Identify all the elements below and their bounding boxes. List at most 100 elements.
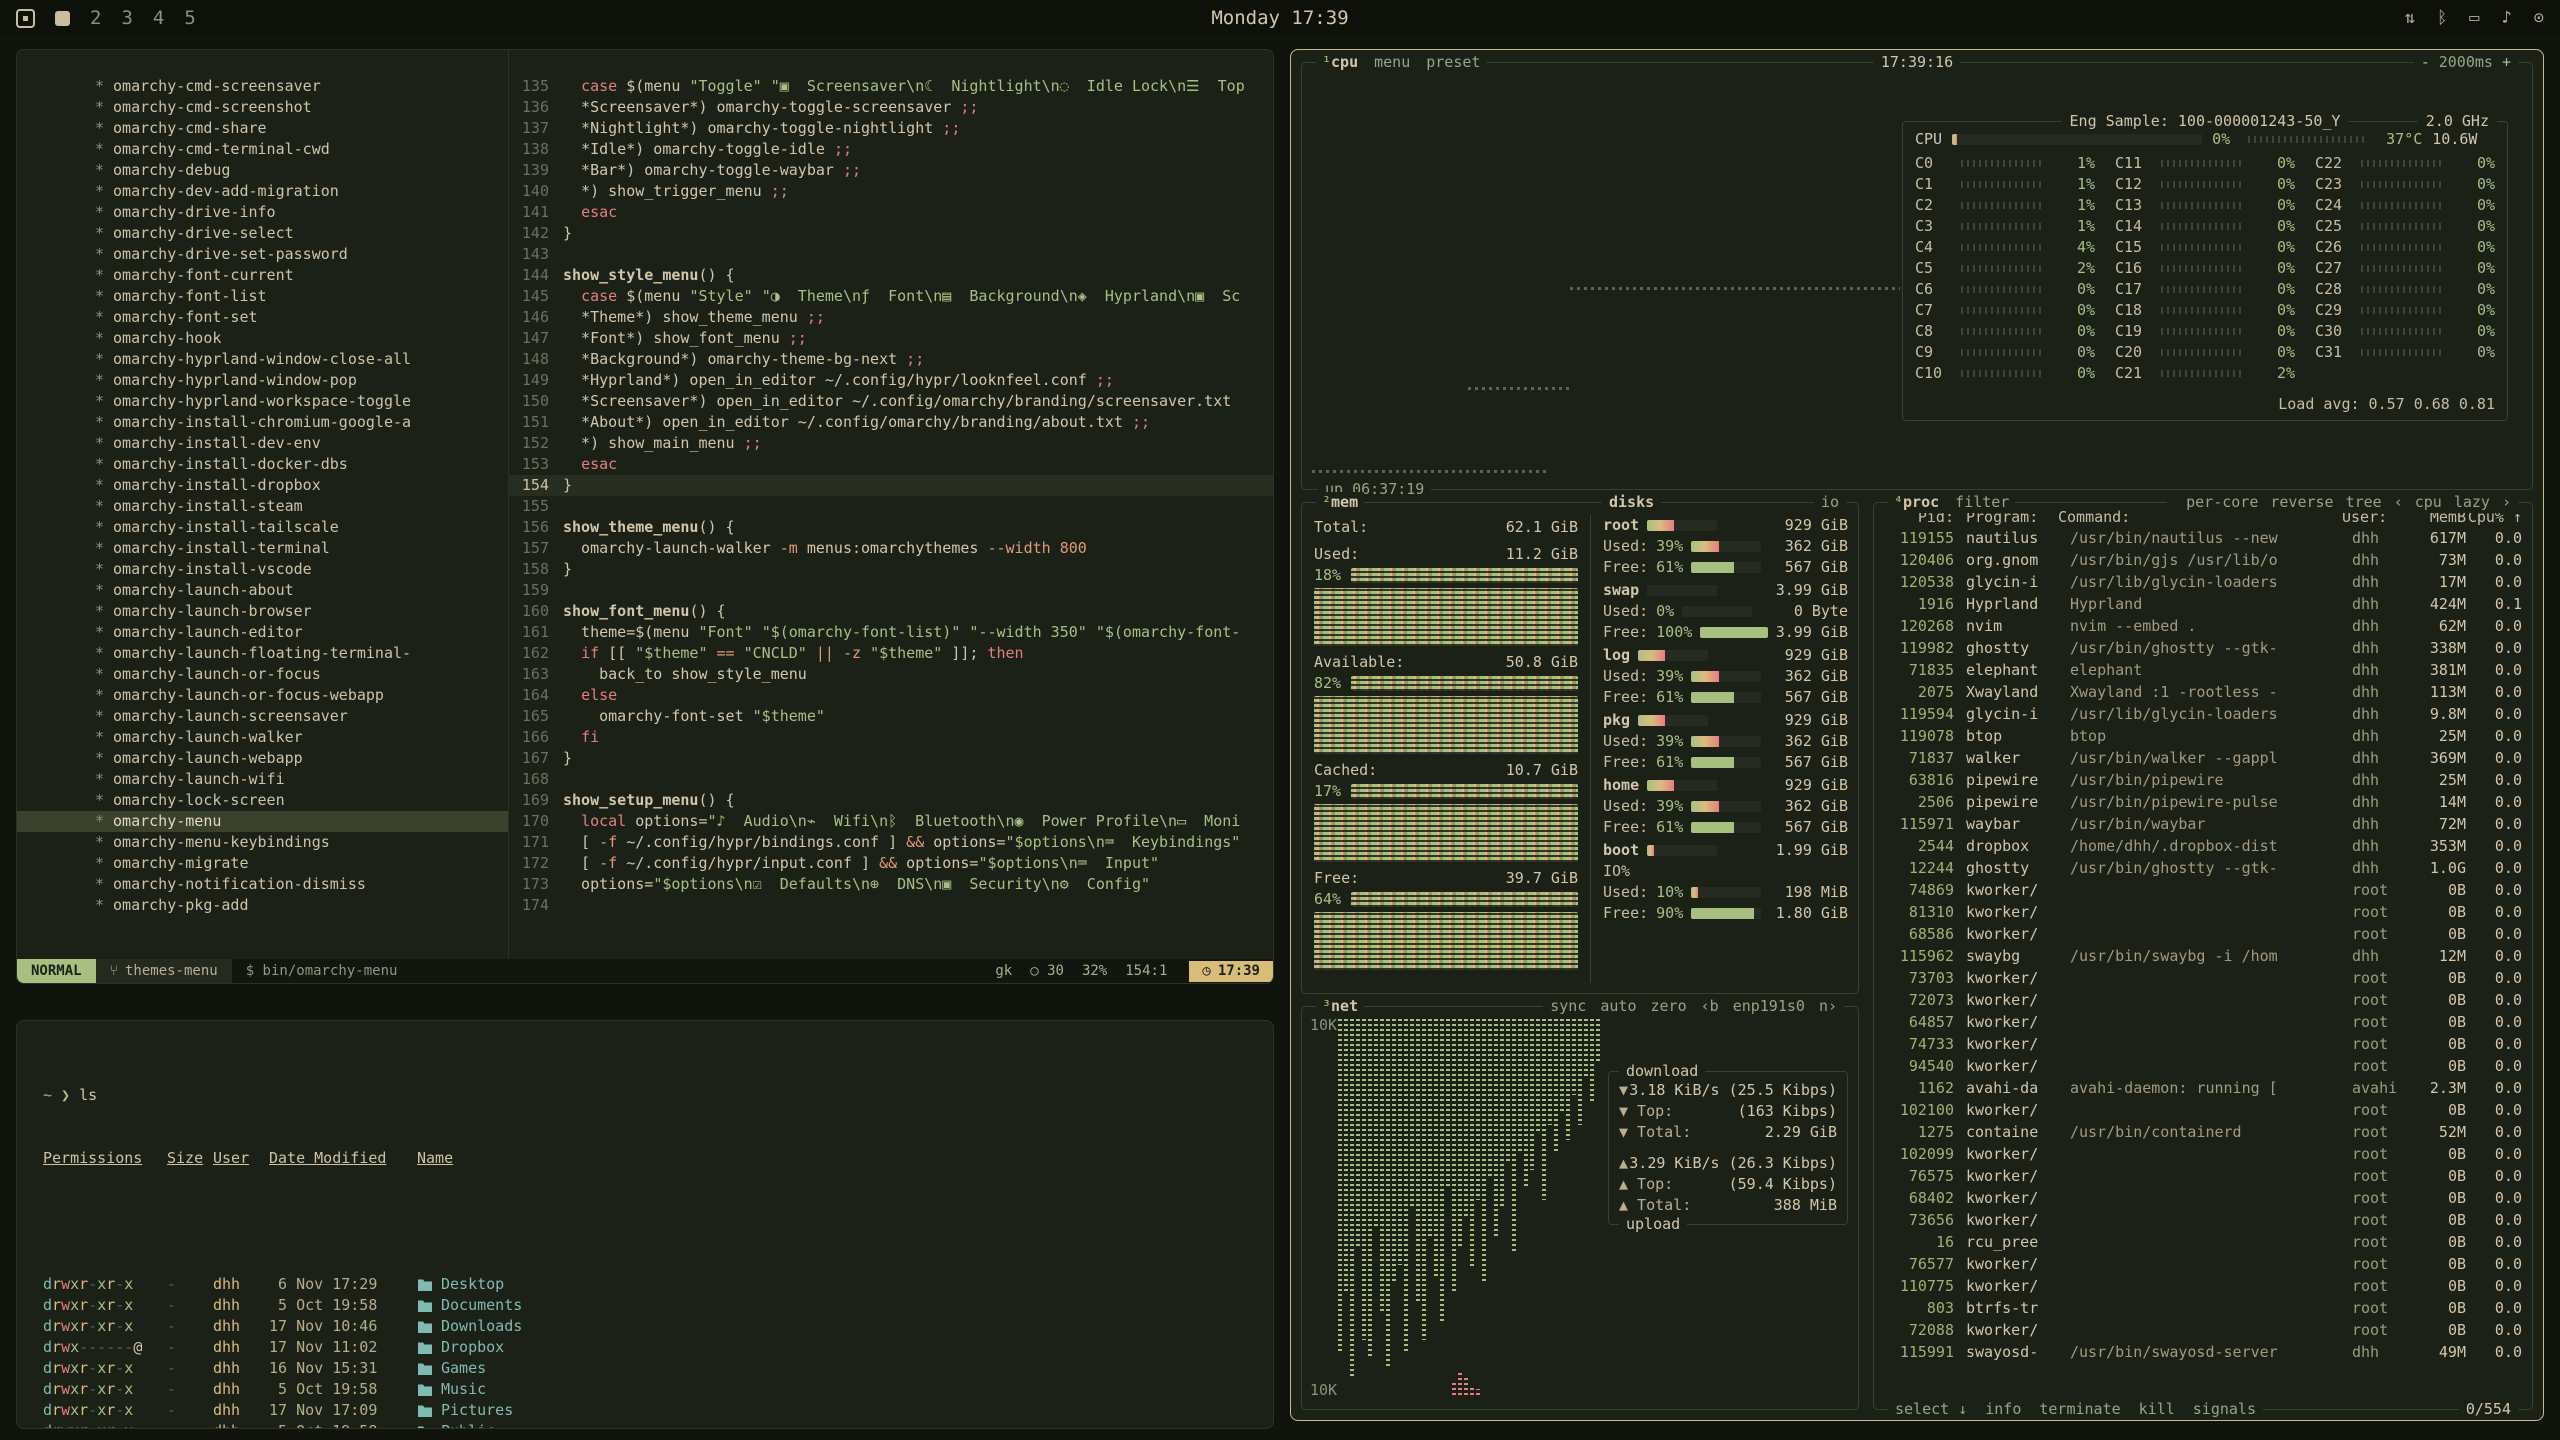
process-row[interactable]: 72073 kworker/ root 0B 0.0 xyxy=(1874,989,2532,1011)
file-item[interactable]: *omarchy-hyprland-window-close-all xyxy=(17,349,508,370)
process-row[interactable]: 81310 kworker/ root 0B 0.0 xyxy=(1874,901,2532,923)
process-row[interactable]: 74869 kworker/ root 0B 0.0 xyxy=(1874,879,2532,901)
process-row[interactable]: 119155 nautilus /usr/bin/nautilus --new … xyxy=(1874,527,2532,549)
file-item[interactable]: *omarchy-install-vscode xyxy=(17,559,508,580)
file-item[interactable]: *omarchy-launch-webapp xyxy=(17,748,508,769)
proc-option-button[interactable]: lazy xyxy=(2454,493,2490,511)
process-row[interactable]: 120538 glycin-i /usr/lib/glycin-loaders … xyxy=(1874,571,2532,593)
file-item[interactable]: *omarchy-cmd-screenshot xyxy=(17,97,508,118)
process-row[interactable]: 68402 kworker/ root 0B 0.0 xyxy=(1874,1187,2532,1209)
file-item[interactable]: *omarchy-debug xyxy=(17,160,508,181)
proc-footer-button[interactable]: terminate xyxy=(2039,1399,2120,1420)
process-row[interactable]: 94540 kworker/ root 0B 0.0 xyxy=(1874,1055,2532,1077)
network-icon[interactable]: ⇅ xyxy=(2405,8,2415,29)
process-row[interactable]: 12244 ghostty /usr/bin/ghostty --gtk- dh… xyxy=(1874,857,2532,879)
workspace-number[interactable]: 2 xyxy=(90,7,101,29)
file-item[interactable]: *omarchy-launch-or-focus xyxy=(17,664,508,685)
filter-button[interactable]: filter xyxy=(1955,492,2009,513)
interval-increase-button[interactable]: + xyxy=(2502,53,2511,71)
process-row[interactable]: 803 btrfs-tr root 0B 0.0 xyxy=(1874,1297,2532,1319)
file-item[interactable]: *omarchy-launch-floating-terminal- xyxy=(17,643,508,664)
process-row[interactable]: 76575 kworker/ root 0B 0.0 xyxy=(1874,1165,2532,1187)
process-row[interactable]: 2506 pipewire /usr/bin/pipewire-pulse dh… xyxy=(1874,791,2532,813)
file-item[interactable]: *omarchy-hook xyxy=(17,328,508,349)
process-row[interactable]: 71837 walker /usr/bin/walker --gappl dhh… xyxy=(1874,747,2532,769)
file-item[interactable]: *omarchy-launch-walker xyxy=(17,727,508,748)
code-editor[interactable]: 135 case $(menu "Toggle" "▣ Screensaver\… xyxy=(509,50,1273,959)
iface-next-button[interactable]: n› xyxy=(1819,996,1837,1017)
process-row[interactable]: 115991 swayosd- /usr/bin/swayosd-server … xyxy=(1874,1341,2532,1363)
file-item[interactable]: *omarchy-install-dev-env xyxy=(17,433,508,454)
volume-icon[interactable]: ♪ xyxy=(2502,8,2512,29)
process-row[interactable]: 73656 kworker/ root 0B 0.0 xyxy=(1874,1209,2532,1231)
display-icon[interactable]: ▭ xyxy=(2469,8,2479,29)
sync-button[interactable]: sync xyxy=(1550,996,1586,1017)
zero-button[interactable]: zero xyxy=(1651,996,1687,1017)
proc-footer-button[interactable]: info xyxy=(1985,1399,2021,1420)
power-icon[interactable]: ⊙ xyxy=(2534,8,2544,29)
process-row[interactable]: 119982 ghostty /usr/bin/ghostty --gtk- d… xyxy=(1874,637,2532,659)
process-row[interactable]: 72088 kworker/ root 0B 0.0 xyxy=(1874,1319,2532,1341)
process-row[interactable]: 102100 kworker/ root 0B 0.0 xyxy=(1874,1099,2532,1121)
proc-option-button[interactable]: › xyxy=(2502,493,2511,511)
process-row[interactable]: 102099 kworker/ root 0B 0.0 xyxy=(1874,1143,2532,1165)
bluetooth-icon[interactable]: ᛒ xyxy=(2437,8,2447,29)
file-item[interactable]: *omarchy-launch-about xyxy=(17,580,508,601)
process-row[interactable]: 68586 kworker/ root 0B 0.0 xyxy=(1874,923,2532,945)
file-item[interactable]: *omarchy-install-chromium-google-a xyxy=(17,412,508,433)
file-item[interactable]: *omarchy-install-dropbox xyxy=(17,475,508,496)
btop-window[interactable]: ¹cpu menu preset 17:39:16 - 2000ms + Eng… xyxy=(1290,49,2544,1421)
file-item[interactable]: *omarchy-hyprland-workspace-toggle xyxy=(17,391,508,412)
file-item[interactable]: *omarchy-launch-wifi xyxy=(17,769,508,790)
file-item[interactable]: *omarchy-launch-screensaver xyxy=(17,706,508,727)
file-item[interactable]: *omarchy-drive-set-password xyxy=(17,244,508,265)
file-item[interactable]: *omarchy-launch-or-focus-webapp xyxy=(17,685,508,706)
iface-prev-button[interactable]: ‹b xyxy=(1701,996,1719,1017)
process-row[interactable]: 2075 Xwayland Xwayland :1 -rootless - dh… xyxy=(1874,681,2532,703)
proc-option-button[interactable]: per-core xyxy=(2186,493,2258,511)
process-row[interactable]: 120406 org.gnom /usr/bin/gjs /usr/lib/o … xyxy=(1874,549,2532,571)
file-item[interactable]: *omarchy-pkg-add xyxy=(17,895,508,916)
file-item[interactable]: *omarchy-install-terminal xyxy=(17,538,508,559)
file-item[interactable]: *omarchy-drive-select xyxy=(17,223,508,244)
process-row[interactable]: 2544 dropbox /home/dhh/.dropbox-dist dhh… xyxy=(1874,835,2532,857)
file-item[interactable]: *omarchy-hyprland-window-pop xyxy=(17,370,508,391)
file-item[interactable]: *omarchy-install-docker-dbs xyxy=(17,454,508,475)
proc-footer-button[interactable]: select ↓ xyxy=(1895,1399,1967,1420)
io-toggle-button[interactable]: io xyxy=(1814,492,1846,513)
process-row[interactable]: 115962 swaybg /usr/bin/swaybg -i /hom dh… xyxy=(1874,945,2532,967)
process-row[interactable]: 74733 kworker/ root 0B 0.0 xyxy=(1874,1033,2532,1055)
process-row[interactable]: 119078 btop btop dhh 25M 0.0 xyxy=(1874,725,2532,747)
process-row[interactable]: 73703 kworker/ root 0B 0.0 xyxy=(1874,967,2532,989)
interval-decrease-button[interactable]: - xyxy=(2421,53,2430,71)
proc-option-button[interactable]: tree xyxy=(2346,493,2382,511)
preset-button[interactable]: preset xyxy=(1426,52,1480,73)
file-item[interactable]: *omarchy-cmd-screensaver xyxy=(17,76,508,97)
file-item[interactable]: *omarchy-install-steam xyxy=(17,496,508,517)
file-item[interactable]: *omarchy-font-list xyxy=(17,286,508,307)
process-row[interactable]: 1275 containe /usr/bin/containerd root 5… xyxy=(1874,1121,2532,1143)
menu-button[interactable]: menu xyxy=(1374,52,1410,73)
file-item[interactable]: *omarchy-install-tailscale xyxy=(17,517,508,538)
file-item[interactable]: *omarchy-launch-editor xyxy=(17,622,508,643)
file-item[interactable]: *omarchy-font-set xyxy=(17,307,508,328)
file-item[interactable]: *omarchy-font-current xyxy=(17,265,508,286)
process-row[interactable]: 119594 glycin-i /usr/lib/glycin-loaders … xyxy=(1874,703,2532,725)
file-item[interactable]: *omarchy-dev-add-migration xyxy=(17,181,508,202)
process-row[interactable]: 64857 kworker/ root 0B 0.0 xyxy=(1874,1011,2532,1033)
process-row[interactable]: 1916 Hyprland Hyprland dhh 424M 0.1 xyxy=(1874,593,2532,615)
process-row[interactable]: 63816 pipewire /usr/bin/pipewire dhh 25M… xyxy=(1874,769,2532,791)
process-row[interactable]: 71835 elephant elephant dhh 381M 0.0 xyxy=(1874,659,2532,681)
process-row[interactable]: 76577 kworker/ root 0B 0.0 xyxy=(1874,1253,2532,1275)
proc-option-button[interactable]: ‹ xyxy=(2394,493,2403,511)
process-row[interactable]: 115971 waybar /usr/bin/waybar dhh 72M 0.… xyxy=(1874,813,2532,835)
file-item[interactable]: *omarchy-lock-screen xyxy=(17,790,508,811)
file-item[interactable]: *omarchy-menu-keybindings xyxy=(17,832,508,853)
workspace-number[interactable]: 4 xyxy=(153,7,164,29)
proc-option-button[interactable]: reverse xyxy=(2270,493,2333,511)
file-item[interactable]: *omarchy-cmd-share xyxy=(17,118,508,139)
file-item[interactable]: *omarchy-launch-browser xyxy=(17,601,508,622)
terminal-window[interactable]: ~❯ls Permissions Size User Date Modified… xyxy=(16,1020,1274,1429)
auto-button[interactable]: auto xyxy=(1600,996,1636,1017)
file-item[interactable]: *omarchy-notification-dismiss xyxy=(17,874,508,895)
